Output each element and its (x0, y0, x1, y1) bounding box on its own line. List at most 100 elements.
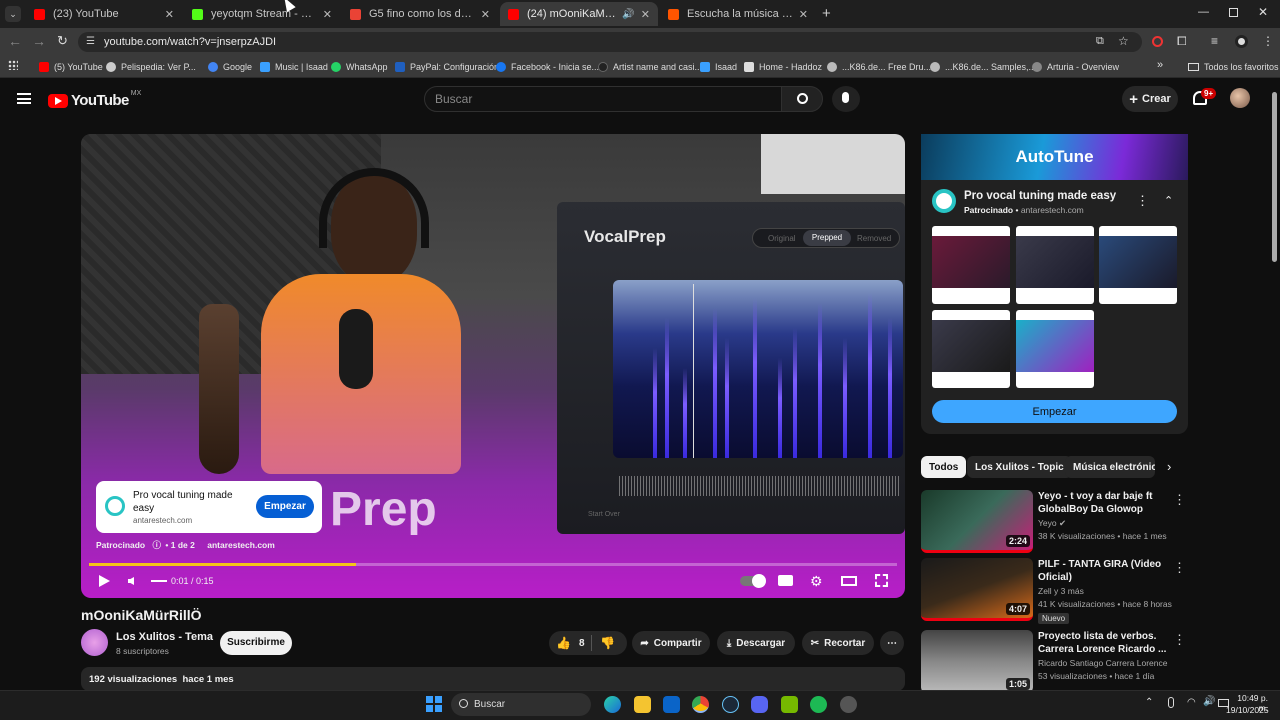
discord-icon[interactable] (751, 696, 768, 713)
theater-mode-icon[interactable] (841, 576, 857, 586)
tab-search-button[interactable]: ⌄ (5, 6, 21, 22)
volume-slider[interactable] (151, 580, 167, 582)
side-ad-title[interactable]: Pro vocal tuning made easy (964, 190, 1116, 202)
bookmark-item[interactable]: PayPal: Configuración (395, 58, 499, 76)
ad-image-1[interactable] (932, 226, 1010, 304)
video-thumbnail[interactable]: 1:05 (921, 630, 1033, 693)
new-tab-plus-icon[interactable]: + (822, 5, 831, 22)
microphone-tray-icon[interactable] (1168, 697, 1174, 708)
ad-image-4[interactable] (932, 310, 1010, 388)
search-button[interactable] (781, 86, 823, 112)
taskbar-search[interactable]: Buscar (451, 693, 591, 716)
ad-image-5[interactable] (1016, 310, 1094, 388)
chip-topic[interactable]: Los Xulitos - Topic (967, 456, 1072, 478)
channel-avatar[interactable] (81, 629, 108, 656)
site-info-icon[interactable]: ☰ (86, 36, 95, 47)
extensions-puzzle-icon[interactable]: ⧠ (1177, 34, 1187, 49)
dislike-thumbs-down-icon[interactable]: 👎 (600, 636, 615, 650)
tab-current-video[interactable]: (24) mOoniKaMürRillÖ - Yo 🔊 ✕ (500, 2, 658, 26)
video-more-icon[interactable]: ⋮ (1173, 560, 1186, 576)
apps-grid-icon[interactable] (8, 60, 18, 70)
bookmark-item[interactable]: Home - Haddoz (744, 58, 822, 76)
ad-image-3[interactable] (1099, 226, 1177, 304)
bookmark-item[interactable]: Pelispedia: Ver P... (106, 58, 196, 76)
close-tab-icon[interactable]: ✕ (481, 8, 490, 21)
ad-domain-link[interactable]: antarestech.com (207, 540, 275, 550)
video-thumbnail[interactable]: 2:24 (921, 490, 1033, 553)
youtube-logo[interactable]: YouTube MX (48, 90, 141, 109)
recommended-video[interactable]: 2:24 Yeyo - t voy a dar baje ft GlobalBo… (921, 490, 1188, 554)
share-button[interactable]: ➦ Compartir (632, 631, 710, 655)
record-extension-icon[interactable] (1152, 36, 1163, 47)
account-avatar[interactable] (1230, 88, 1250, 108)
all-bookmarks-folder[interactable]: Todos los favoritos (1188, 58, 1279, 76)
outlook-icon[interactable] (663, 696, 680, 713)
maximize-icon[interactable] (1229, 8, 1238, 17)
clip-button[interactable]: ✂ Recortar (802, 631, 874, 655)
address-bar[interactable]: ☰ youtube.com/watch?v=jnserpzAJDI ⧉ ☆ (78, 32, 1142, 52)
tab-youtube[interactable]: (23) YouTube ✕ (26, 2, 182, 26)
spotify-icon[interactable] (810, 696, 827, 713)
bookmark-item[interactable]: Facebook - Inicia se... (496, 58, 599, 76)
wifi-icon[interactable]: ◠ (1187, 697, 1196, 708)
clock-date[interactable]: 19/10/2025 (1226, 705, 1269, 715)
create-button[interactable]: + Crear (1122, 86, 1178, 112)
page-scrollbar[interactable] (1272, 92, 1277, 262)
media-controls-icon[interactable]: ≡ (1211, 34, 1218, 48)
steam-icon[interactable] (722, 696, 739, 713)
close-tab-icon[interactable]: ✕ (641, 8, 650, 21)
bookmark-item[interactable]: ...K86.de... Free Dru... (827, 58, 931, 76)
close-window-icon[interactable]: ✕ (1258, 5, 1268, 19)
bookmark-item[interactable]: ...K86.de... Samples,... (930, 58, 1036, 76)
show-hidden-icons-chevron-icon[interactable]: ⌃ (1145, 697, 1153, 708)
guide-menu-icon[interactable] (17, 93, 31, 104)
subtitles-icon[interactable] (778, 575, 793, 586)
ad-image-2[interactable] (1016, 226, 1094, 304)
more-bookmarks-chevron-icon[interactable]: » (1157, 59, 1163, 71)
video-ad-card[interactable]: Pro vocal tuning made easy antarestech.c… (96, 481, 322, 533)
back-arrow-icon[interactable]: ← (8, 33, 22, 49)
autotune-banner[interactable]: AutoTune (921, 134, 1188, 180)
nvidia-icon[interactable] (781, 696, 798, 713)
recommended-video[interactable]: 1:05 Proyecto lista de verbos. Carrera L… (921, 630, 1188, 694)
speaker-icon[interactable]: 🔊 (1203, 696, 1215, 707)
tab-kick-stream[interactable]: yeyotqm Stream - Watch Live o ✕ (184, 2, 340, 26)
windows-start-icon[interactable] (426, 696, 442, 712)
bookmark-item[interactable]: WhatsApp (331, 58, 388, 76)
bookmark-item[interactable]: Google (208, 58, 252, 76)
close-tab-icon[interactable]: ✕ (165, 8, 174, 21)
video-more-icon[interactable]: ⋮ (1173, 492, 1186, 508)
recommended-video[interactable]: 4:07 PILF - TANTA GIRA (Video Oficial) Z… (921, 558, 1188, 624)
bookmark-item[interactable]: Artist name and casi... (598, 58, 702, 76)
more-actions-icon[interactable]: ⋯ (880, 631, 904, 655)
chrome-icon[interactable] (692, 696, 709, 713)
download-button[interactable]: ⤓ Descargar (717, 631, 795, 655)
side-ad-cta-button[interactable]: Empezar (932, 400, 1177, 423)
chip-electronic-music[interactable]: Música electrónica (1065, 456, 1155, 478)
edge-icon[interactable] (604, 696, 621, 713)
forward-arrow-icon[interactable]: → (32, 33, 46, 49)
browser-menu-icon[interactable]: ⋮ (1262, 34, 1274, 48)
bookmark-item[interactable]: Music | Isaad (260, 58, 328, 76)
channel-name[interactable]: Los Xulitos - Tema (116, 631, 213, 643)
file-explorer-icon[interactable] (634, 696, 651, 713)
install-app-icon[interactable]: ⧉ (1096, 35, 1104, 48)
video-thumbnail[interactable]: 4:07 (921, 558, 1033, 621)
settings-gear-icon[interactable]: ⚙ (810, 574, 823, 588)
minimize-icon[interactable]: — (1198, 6, 1209, 18)
audio-playing-icon[interactable]: 🔊 (622, 9, 634, 20)
close-tab-icon[interactable]: ✕ (323, 8, 332, 21)
app-icon[interactable] (840, 696, 857, 713)
profile-avatar[interactable] (1235, 35, 1248, 48)
tab-soundcloud[interactable]: Escucha la música de Yeyo | Dis ✕ (660, 2, 816, 26)
reload-icon[interactable]: ↻ (57, 33, 68, 49)
close-tab-icon[interactable]: ✕ (799, 8, 808, 21)
play-icon[interactable] (99, 575, 110, 587)
search-input[interactable]: Buscar (424, 86, 782, 112)
voice-search-mic-icon[interactable] (832, 86, 860, 112)
like-button[interactable]: 👍 8 (556, 636, 585, 650)
subscribe-button[interactable]: Suscribirme (220, 631, 292, 655)
bookmark-star-icon[interactable]: ☆ (1118, 34, 1129, 48)
bookmark-item[interactable]: Isaad (700, 58, 737, 76)
bookmark-item[interactable]: (5) YouTube (39, 58, 103, 76)
